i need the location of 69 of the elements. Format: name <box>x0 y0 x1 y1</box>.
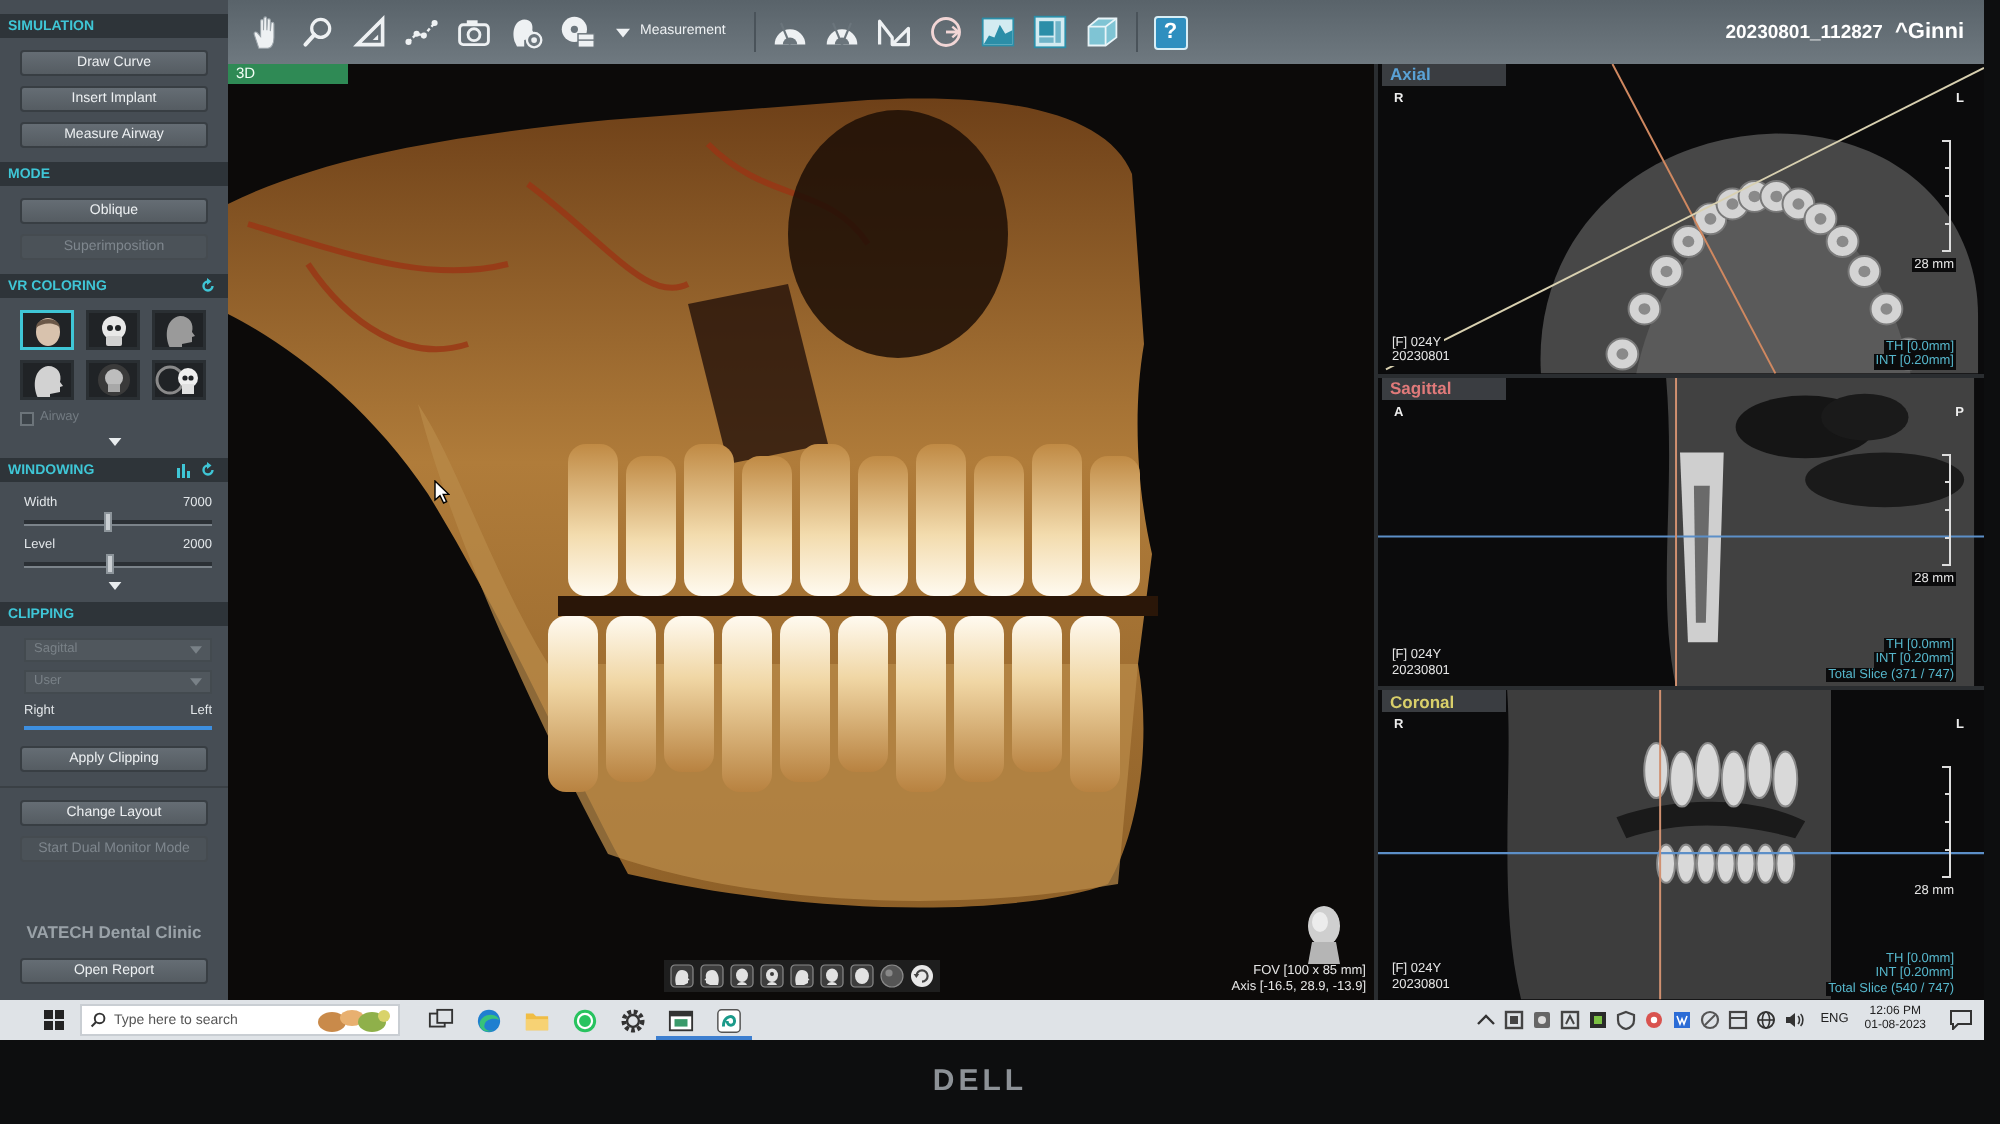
preset-thumbnail[interactable] <box>20 310 74 350</box>
circle-app-icon[interactable] <box>1700 1010 1721 1030</box>
square-app-icon[interactable] <box>1672 1010 1693 1030</box>
search-highlight-drawing <box>316 1006 392 1034</box>
rotate-icon[interactable] <box>909 964 933 988</box>
cube-icon[interactable] <box>1083 14 1120 50</box>
start-icon[interactable] <box>44 1010 64 1030</box>
preset-thumbnail[interactable] <box>86 360 140 400</box>
monitor-logo: DELL <box>932 1061 1028 1102</box>
histogram-icon[interactable] <box>176 462 192 478</box>
app-icon <box>715 1007 741 1033</box>
scale-bar <box>1942 140 1952 252</box>
preset-thumbnail[interactable] <box>86 310 140 350</box>
angle-ruler-icon[interactable] <box>875 14 912 50</box>
caret-icon <box>190 646 202 654</box>
camera-icon[interactable] <box>456 14 492 50</box>
head-model-icon <box>1302 904 1346 965</box>
gear-icon <box>619 1007 645 1033</box>
study-id: 20230801_112827 <box>1725 19 1883 48</box>
browser-icon <box>475 1007 501 1033</box>
mouse-pointer-icon <box>434 480 450 504</box>
head-view-icon[interactable] <box>789 964 813 988</box>
search-icon[interactable] <box>90 1012 106 1028</box>
disc-icon[interactable] <box>560 14 596 50</box>
head-view-icon[interactable] <box>849 964 873 988</box>
square-app-icon[interactable] <box>1560 1010 1581 1030</box>
head-view-icon[interactable] <box>729 964 753 988</box>
layout-panel-icon[interactable] <box>1031 14 1068 50</box>
view-title[interactable]: Sagittal <box>1390 379 1452 397</box>
preset-thumbnail[interactable] <box>152 360 206 400</box>
expand-arrow-icon[interactable] <box>107 582 121 590</box>
shield-icon[interactable] <box>1616 1010 1637 1030</box>
view-title[interactable]: Axial <box>1390 66 1431 84</box>
head-profile-icon[interactable] <box>508 14 544 50</box>
sphere-icon[interactable] <box>879 964 903 988</box>
refresh-icon[interactable] <box>200 278 216 294</box>
preset-thumbnail[interactable] <box>152 310 206 350</box>
scale-bar <box>1942 453 1952 566</box>
refresh-icon[interactable] <box>200 462 216 478</box>
scale-bar <box>1942 766 1952 879</box>
head-view-icon[interactable] <box>669 964 693 988</box>
expand-arrow-icon[interactable] <box>107 438 121 446</box>
preset-thumbnail[interactable] <box>20 360 74 400</box>
chat-icon <box>571 1007 597 1033</box>
square-app-icon[interactable] <box>1588 1010 1609 1030</box>
square-app-icon[interactable] <box>1504 1010 1525 1030</box>
head-view-icon[interactable] <box>699 964 723 988</box>
polyline-icon[interactable] <box>404 14 440 50</box>
square-app-icon[interactable] <box>1728 1010 1749 1030</box>
head-view-icon[interactable] <box>819 964 843 988</box>
triangle-ruler-icon[interactable] <box>352 14 388 50</box>
caret-icon <box>616 27 630 37</box>
globe-icon[interactable] <box>1756 1010 1777 1030</box>
chevron-up-icon[interactable] <box>1476 1010 1497 1030</box>
head-view-icon[interactable] <box>759 964 783 988</box>
histogram-icon[interactable] <box>979 14 1016 50</box>
window-icon <box>667 1007 693 1033</box>
view-title[interactable]: Coronal <box>1390 693 1455 711</box>
speaker-icon[interactable] <box>1784 1010 1805 1030</box>
caret-icon <box>190 678 202 686</box>
clinic-name: VATECH Dental Clinic <box>24 923 204 942</box>
magnifier-icon[interactable] <box>300 14 336 50</box>
task-view-icon <box>427 1007 453 1033</box>
slider-thumb[interactable] <box>104 512 113 532</box>
slider-thumb[interactable] <box>106 554 115 574</box>
patient-name: ^Ginni <box>1894 17 1964 48</box>
help-button[interactable]: ? <box>1153 15 1188 49</box>
circle-app-icon[interactable] <box>1644 1010 1665 1030</box>
notification-icon[interactable] <box>1950 1010 1972 1030</box>
